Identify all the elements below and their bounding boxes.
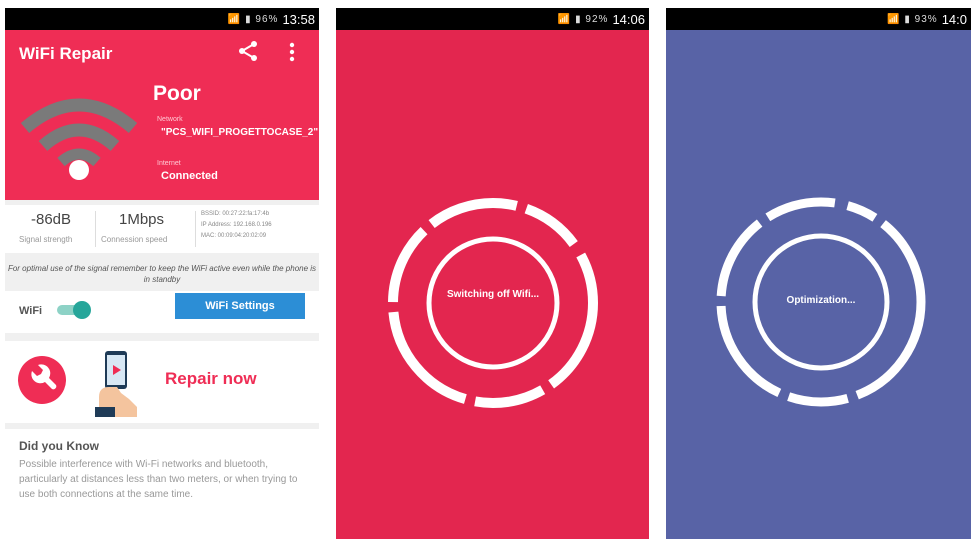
divider — [95, 211, 96, 247]
network-details: BSSID: 00:27:22:fa:17:4b IP Address: 192… — [201, 209, 272, 242]
status-bar: 📶 ▮ 92% 14:06 — [336, 8, 649, 30]
connection-speed-value: 1Mbps — [119, 211, 165, 228]
signal-strength-label: Signal strength — [19, 235, 73, 244]
did-you-know-body: Possible interference with Wi-Fi network… — [19, 459, 298, 500]
status-icons: 📶 ▮ 93% — [887, 13, 938, 25]
bssid-text: BSSID: 00:27:22:fa:17:4b — [201, 211, 270, 217]
wifi-signal-icon — [21, 98, 137, 180]
internet-status: Connected — [161, 170, 218, 182]
did-you-know-card: Did you Know Possible interference with … — [5, 429, 319, 539]
share-icon[interactable] — [237, 40, 259, 62]
phone-optimization-screen: 📶 ▮ 93% 14:0 Optimization... — [666, 8, 971, 539]
wrench-icon — [18, 356, 66, 404]
status-time: 14:06 — [612, 11, 645, 27]
status-icons: 📶 ▮ 96% — [227, 13, 279, 25]
wifi-row: WiFi WiFi Settings — [5, 291, 319, 333]
wifi-toggle[interactable] — [55, 301, 91, 319]
status-bar: 📶 ▮ 96% 13:58 — [5, 8, 319, 30]
signal-quality: Poor — [153, 82, 201, 105]
status-time: 14:0 — [941, 11, 967, 27]
signal-strength-value: -86dB — [31, 211, 72, 228]
status-message: Optimization... — [786, 295, 856, 306]
status-bar: 📶 ▮ 93% 14:0 — [666, 8, 971, 30]
internet-label: Internet — [157, 160, 181, 167]
did-you-know-title: Did you Know — [19, 439, 99, 453]
wifi-settings-button[interactable]: WiFi Settings — [175, 293, 305, 319]
overflow-menu-icon[interactable] — [288, 42, 296, 62]
status-message: Switching off Wifi... — [446, 289, 540, 300]
ip-text: IP Address: 192.168.0.196 — [201, 222, 272, 228]
app-header: WiFi Repair Poor Network "PCS_WIFI_PROGE… — [5, 30, 319, 200]
wifi-label: WiFi — [19, 305, 43, 317]
toggle-knob — [73, 301, 91, 319]
divider — [195, 211, 196, 247]
progress-ring — [388, 198, 598, 408]
phone-hand-icon — [95, 351, 137, 417]
stats-panel: -86dB Signal strength 1Mbps Connession s… — [5, 205, 319, 253]
phone-main-screen: 📶 ▮ 96% 13:58 WiFi Repair Poor Network "… — [5, 8, 319, 539]
app-title: WiFi Repair — [19, 44, 113, 63]
network-name: "PCS_WIFI_PROGETTOCASE_2" — [161, 127, 319, 138]
phone-switching-screen: 📶 ▮ 92% 14:06 Switching off Wifi... — [336, 8, 649, 539]
mac-text: MAC: 00:09:04:20:02:09 — [201, 233, 267, 239]
network-label: Network — [157, 116, 183, 123]
status-icons: 📶 ▮ 92% — [557, 13, 609, 25]
repair-now-label: Repair now — [165, 369, 257, 388]
standby-hint: For optimal use of the signal remember t… — [7, 264, 317, 284]
repair-card[interactable]: Repair now — [5, 341, 319, 423]
connection-speed-label: Connession speed — [101, 235, 168, 244]
status-time: 13:58 — [282, 11, 315, 27]
